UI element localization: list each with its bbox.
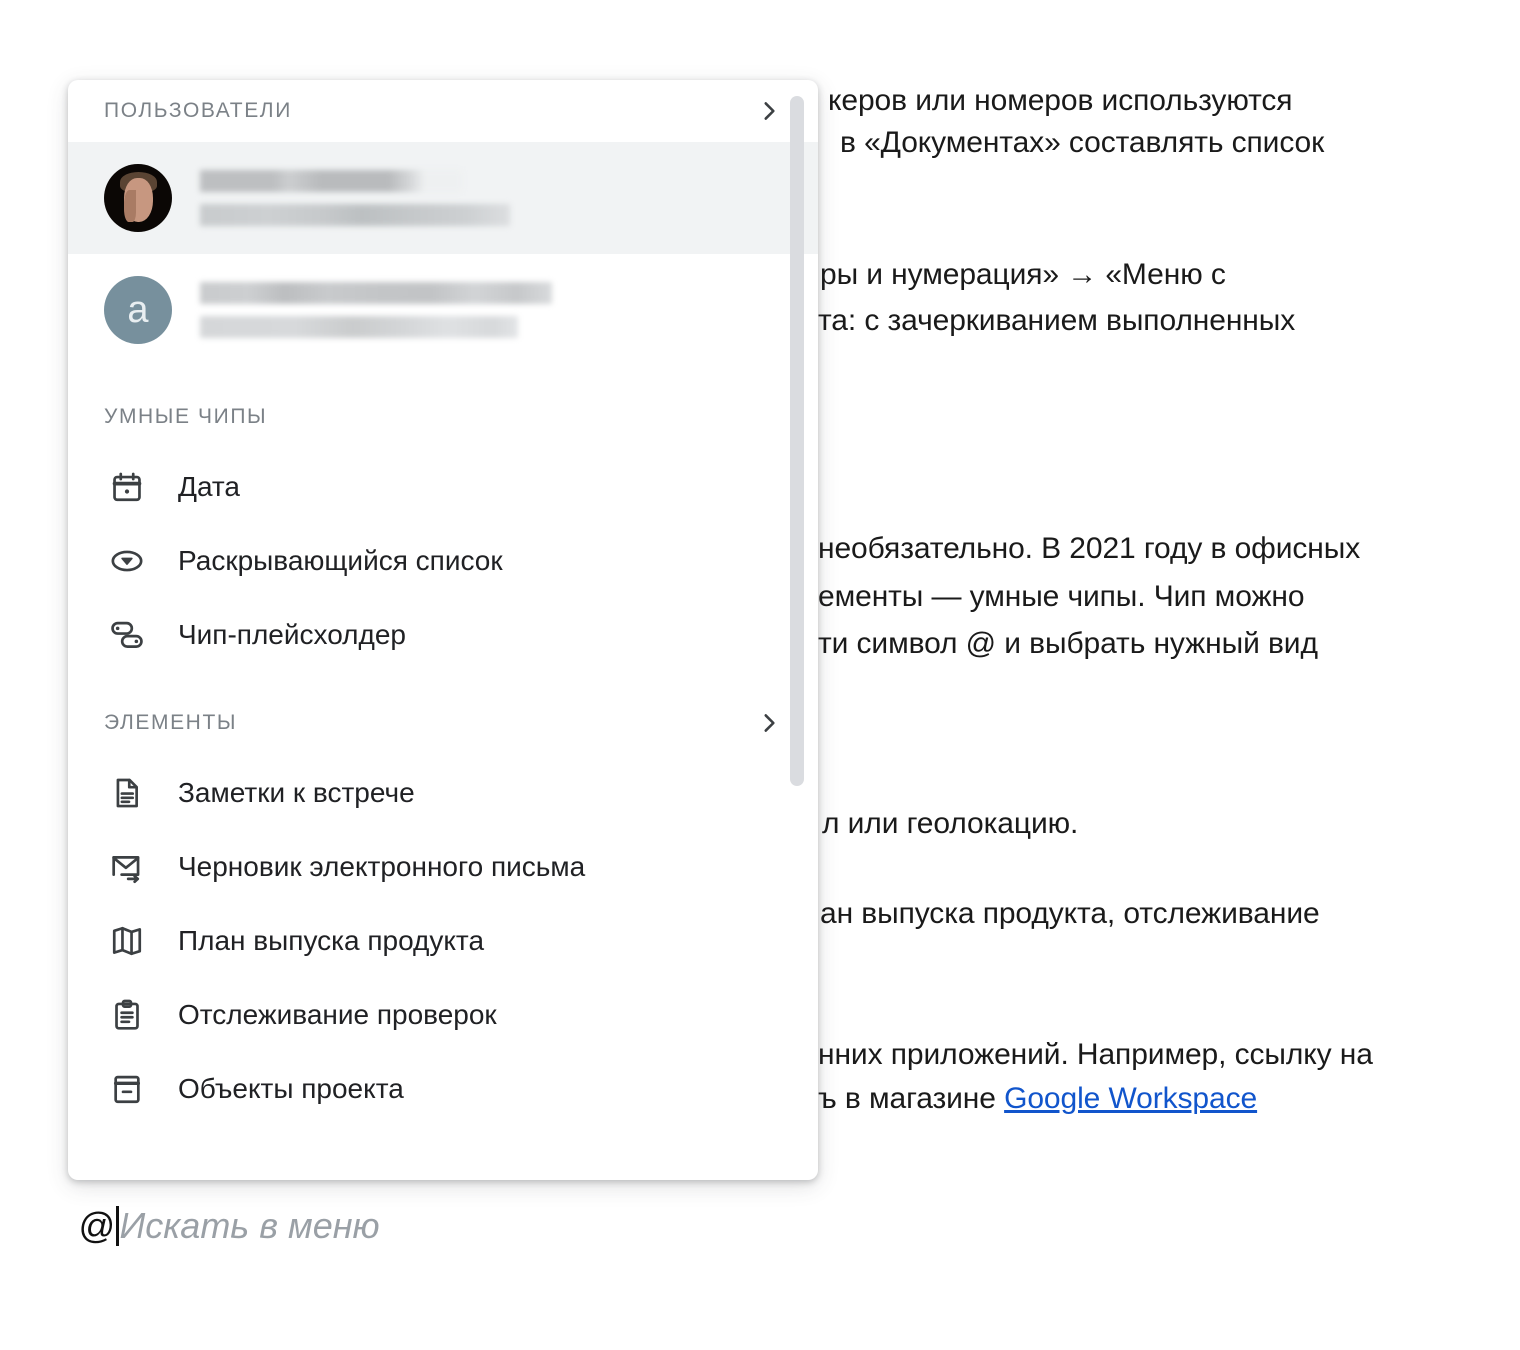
menu-scrollbar-thumb[interactable] xyxy=(790,96,804,786)
redacted-user-name xyxy=(200,282,552,338)
doc-text-line: ан выпуска продукта, отслеживание xyxy=(820,897,1320,930)
menu-item-label: Заметки к встрече xyxy=(178,777,415,808)
menu-item-label: Отслеживание проверок xyxy=(178,999,497,1030)
map-icon xyxy=(104,924,150,958)
at-mention-menu-panel: ПОЛЬЗОВАТЕЛИ a УМНЫЕ ЧИПЫ Дата Раскрываю… xyxy=(68,80,818,1180)
doc-text-line: л или геолокацию. xyxy=(822,807,1079,840)
avatar-initial: a xyxy=(127,288,149,331)
menu-item-label: Дата xyxy=(178,471,241,502)
menu-item-chip-placeholder[interactable]: Чип-плейсхолдер xyxy=(68,598,818,672)
doc-text-line: ры и нумерация» → «Меню с xyxy=(820,258,1226,291)
menu-item-date[interactable]: Дата xyxy=(68,450,818,524)
section-header-label-users: ПОЛЬЗОВАТЕЛИ xyxy=(104,99,292,122)
avatar: a xyxy=(104,276,172,344)
user-list-item[interactable] xyxy=(68,142,818,254)
clipboard-icon xyxy=(104,998,150,1032)
menu-item-project-assets[interactable]: Объекты проекта xyxy=(68,1052,818,1126)
menu-item-email-draft[interactable]: Черновик электронного письма xyxy=(68,830,818,904)
google-workspace-link[interactable]: Google Workspace xyxy=(1004,1082,1257,1115)
document-icon xyxy=(104,776,150,810)
email-draft-icon xyxy=(104,850,150,884)
chevron-right-icon[interactable] xyxy=(756,98,782,124)
chevron-right-icon[interactable] xyxy=(756,710,782,736)
menu-item-dropdown[interactable]: Раскрывающийся список xyxy=(68,524,818,598)
doc-text-line: нних приложений. Например, ссылку на xyxy=(818,1038,1373,1071)
doc-text-fragment: ъ в магазине xyxy=(818,1082,1005,1115)
doc-text-line: в «Документах» составлять список xyxy=(840,126,1325,159)
section-header-label-smart-chips: УМНЫЕ ЧИПЫ xyxy=(104,405,268,428)
section-header-label-elements: ЭЛЕМЕНТЫ xyxy=(104,711,238,734)
calendar-icon xyxy=(104,470,150,504)
section-header-elements[interactable]: ЭЛЕМЕНТЫ xyxy=(68,690,818,756)
doc-text-line: ти символ @ и выбрать нужный вид xyxy=(818,627,1318,660)
menu-scrollbar[interactable] xyxy=(790,90,804,1170)
section-header-smart-chips: УМНЫЕ ЧИПЫ xyxy=(68,384,818,450)
project-assets-icon xyxy=(104,1072,150,1106)
dropdown-circle-icon xyxy=(104,544,150,578)
menu-item-label: Раскрывающийся список xyxy=(178,545,503,576)
user-list-item[interactable]: a xyxy=(68,254,818,366)
menu-item-label: Чип-плейсхолдер xyxy=(178,619,406,650)
doc-text-line: та: с зачеркиванием выполненных xyxy=(818,304,1296,337)
menu-item-label: План выпуска продукта xyxy=(178,925,485,956)
menu-item-label: Объекты проекта xyxy=(178,1073,404,1104)
menu-item-product-roadmap[interactable]: План выпуска продукта xyxy=(68,904,818,978)
text-caret xyxy=(115,1206,119,1246)
doc-text-line-with-link: ъ в магазине Google Workspace xyxy=(818,1080,1257,1117)
menu-item-meeting-notes[interactable]: Заметки к встрече xyxy=(68,756,818,830)
at-symbol: @ xyxy=(78,1205,115,1246)
avatar xyxy=(104,164,172,232)
menu-item-label: Черновик электронного письма xyxy=(178,851,586,882)
search-input-placeholder[interactable]: Искать в меню xyxy=(120,1208,380,1244)
redacted-user-name xyxy=(200,170,510,226)
chip-placeholder-icon xyxy=(104,618,150,652)
doc-text-line: ементы — умные чипы. Чип можно xyxy=(818,580,1305,613)
at-mention-search-line[interactable]: @ Искать в меню xyxy=(78,1206,380,1246)
doc-text-line: керов или номеров используются xyxy=(828,84,1293,117)
doc-text-line: необязательно. В 2021 году в офисных xyxy=(818,532,1361,565)
menu-item-review-tracker[interactable]: Отслеживание проверок xyxy=(68,978,818,1052)
section-header-users[interactable]: ПОЛЬЗОВАТЕЛИ xyxy=(68,80,818,142)
